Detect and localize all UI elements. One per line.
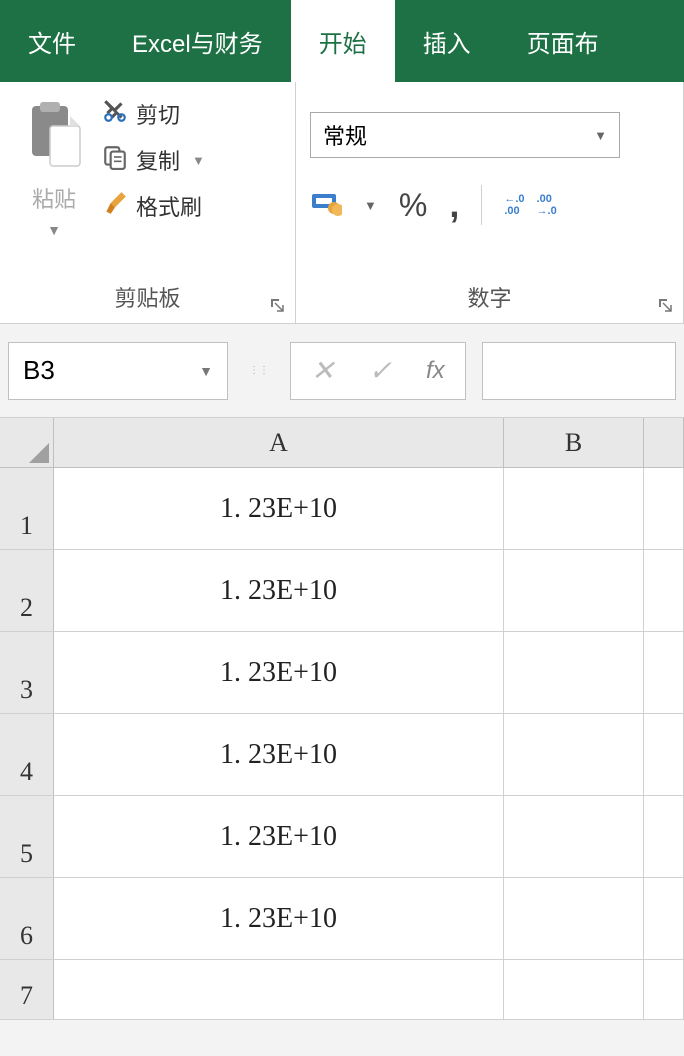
tab-home[interactable]: 开始 [291, 0, 395, 82]
dialog-launcher-icon[interactable] [657, 297, 673, 313]
row-header-6[interactable]: 6 [0, 878, 54, 959]
cell-c3[interactable] [644, 632, 684, 713]
cell-a7[interactable] [54, 960, 504, 1019]
paste-label: 粘贴 [32, 182, 76, 214]
insert-function-button[interactable]: fx [426, 357, 445, 385]
cell-b6[interactable] [504, 878, 644, 959]
cell-b5[interactable] [504, 796, 644, 877]
cut-button[interactable]: 剪切 [102, 98, 205, 130]
tab-insert[interactable]: 插入 [395, 0, 499, 82]
formula-input[interactable] [482, 342, 676, 400]
row-header-5[interactable]: 5 [0, 796, 54, 877]
expand-formula-bar[interactable]: ⋮⋮ [244, 365, 274, 376]
paintbrush-icon [102, 190, 128, 222]
column-header-next[interactable] [644, 418, 684, 467]
number-format-value: 常规 [323, 119, 367, 151]
column-header-b[interactable]: B [504, 418, 644, 467]
cell-b1[interactable] [504, 468, 644, 549]
cell-c6[interactable] [644, 878, 684, 959]
spreadsheet-grid: A B 1 1. 23E+10 2 1. 23E+10 3 1. 23E+10 … [0, 418, 684, 1020]
name-box[interactable]: B3 ▼ [8, 342, 228, 400]
column-header-a[interactable]: A [54, 418, 504, 467]
comma-button[interactable]: , [449, 184, 459, 226]
table-row: 6 1. 23E+10 [0, 878, 684, 960]
row-header-3[interactable]: 3 [0, 632, 54, 713]
chevron-down-icon[interactable]: ▼ [199, 363, 213, 379]
row-header-1[interactable]: 1 [0, 468, 54, 549]
cell-c7[interactable] [644, 960, 684, 1019]
copy-button[interactable]: 复制 ▼ [102, 144, 205, 176]
cut-label: 剪切 [136, 98, 180, 130]
cell-c1[interactable] [644, 468, 684, 549]
clipboard-group-label: 剪贴板 [0, 273, 295, 323]
cell-a3[interactable]: 1. 23E+10 [54, 632, 504, 713]
dialog-launcher-icon[interactable] [269, 297, 285, 313]
cell-c2[interactable] [644, 550, 684, 631]
separator [481, 185, 482, 225]
ribbon-group-clipboard: 粘贴 ▼ 剪切 复制 ▼ [0, 82, 296, 323]
clipboard-icon [24, 100, 84, 170]
row-header-7[interactable]: 7 [0, 960, 54, 1019]
ribbon-group-number: 常规 ▼ ▼ % , ←.0 .00 .00 →.0 [296, 82, 684, 323]
ribbon-tabs: 文件 Excel与财务 开始 插入 页面布 [0, 0, 684, 82]
chevron-down-icon[interactable]: ▼ [364, 198, 377, 213]
format-painter-label: 格式刷 [136, 190, 202, 222]
formula-controls: ✕ ✓ fx [290, 342, 466, 400]
column-headers: A B [0, 418, 684, 468]
format-painter-button[interactable]: 格式刷 [102, 190, 205, 222]
ribbon: 粘贴 ▼ 剪切 复制 ▼ [0, 82, 684, 324]
tab-file[interactable]: 文件 [0, 0, 104, 82]
formula-bar: B3 ▼ ⋮⋮ ✕ ✓ fx [0, 324, 684, 418]
chevron-down-icon[interactable]: ▼ [192, 153, 205, 168]
copy-label: 复制 [136, 144, 180, 176]
cell-a1[interactable]: 1. 23E+10 [54, 468, 504, 549]
percent-button[interactable]: % [399, 187, 427, 224]
name-box-value: B3 [23, 355, 55, 386]
cell-b2[interactable] [504, 550, 644, 631]
cell-b4[interactable] [504, 714, 644, 795]
number-format-dropdown[interactable]: 常规 ▼ [310, 112, 620, 158]
cell-c4[interactable] [644, 714, 684, 795]
cell-a5[interactable]: 1. 23E+10 [54, 796, 504, 877]
chevron-down-icon: ▼ [594, 128, 607, 143]
row-header-2[interactable]: 2 [0, 550, 54, 631]
tab-pagelayout[interactable]: 页面布 [499, 0, 627, 82]
cell-a4[interactable]: 1. 23E+10 [54, 714, 504, 795]
cell-a6[interactable]: 1. 23E+10 [54, 878, 504, 959]
cancel-icon[interactable]: ✕ [311, 354, 334, 387]
select-all-corner[interactable] [0, 418, 54, 467]
increase-decimal-button[interactable]: ←.0 .00 [504, 193, 524, 217]
row-header-4[interactable]: 4 [0, 714, 54, 795]
table-row: 7 [0, 960, 684, 1020]
decrease-decimal-button[interactable]: .00 →.0 [537, 193, 557, 217]
accounting-format-button[interactable] [310, 188, 342, 223]
cell-a2[interactable]: 1. 23E+10 [54, 550, 504, 631]
table-row: 1 1. 23E+10 [0, 468, 684, 550]
tab-custom[interactable]: Excel与财务 [104, 0, 291, 82]
copy-icon [102, 144, 128, 176]
chevron-down-icon: ▼ [47, 222, 61, 238]
table-row: 5 1. 23E+10 [0, 796, 684, 878]
cell-c5[interactable] [644, 796, 684, 877]
table-row: 4 1. 23E+10 [0, 714, 684, 796]
scissors-icon [102, 98, 128, 130]
cell-b3[interactable] [504, 632, 644, 713]
paste-button[interactable]: 粘贴 ▼ [14, 92, 94, 238]
number-group-label: 数字 [296, 273, 683, 323]
cell-b7[interactable] [504, 960, 644, 1019]
table-row: 2 1. 23E+10 [0, 550, 684, 632]
enter-icon[interactable]: ✓ [368, 354, 391, 387]
table-row: 3 1. 23E+10 [0, 632, 684, 714]
